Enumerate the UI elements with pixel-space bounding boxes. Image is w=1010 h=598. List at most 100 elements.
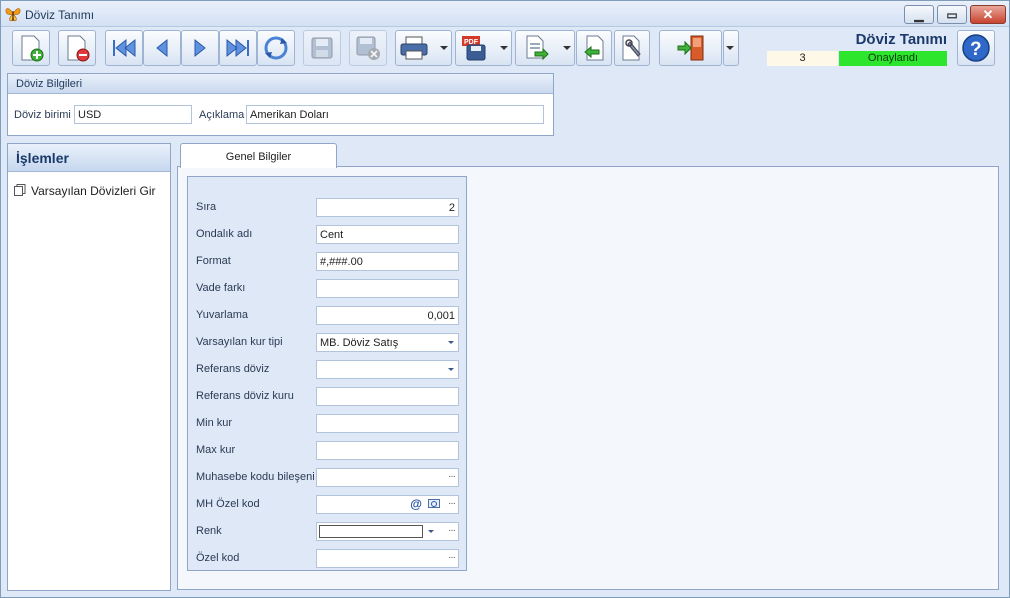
help-button[interactable]: ? — [957, 30, 995, 66]
close-icon: ✕ — [982, 7, 994, 22]
currency-info-title: Döviz Bilgileri — [8, 74, 553, 94]
min-kur-field[interactable] — [316, 414, 459, 433]
butterfly-icon — [5, 8, 21, 22]
save-cancel-button[interactable] — [349, 30, 387, 66]
general-info-form: Sıra 2 Ondalık adı Cent Format #,###.00 … — [187, 176, 467, 571]
minimize-button[interactable]: ▁ — [904, 5, 934, 24]
ellipsis-icon[interactable]: ··· — [448, 471, 456, 482]
vade-field[interactable] — [316, 279, 459, 298]
import-button[interactable] — [576, 30, 612, 66]
ellipsis-icon[interactable]: ··· — [448, 552, 456, 563]
save-cancel-icon — [356, 36, 380, 60]
first-record-button[interactable] — [105, 30, 143, 66]
muhasebe-field[interactable]: ··· — [316, 468, 459, 487]
currency-code-field[interactable]: USD — [74, 105, 192, 124]
at-sign-icon[interactable]: @ — [410, 497, 422, 511]
tools-icon — [622, 35, 641, 61]
ellipsis-icon[interactable]: ··· — [448, 525, 456, 536]
maximize-icon: ▭ — [946, 8, 958, 22]
exit-icon — [677, 35, 703, 61]
print-button[interactable] — [395, 30, 452, 66]
sira-label: Sıra — [196, 201, 217, 213]
export-button[interactable] — [515, 30, 575, 66]
mh-ozel-label: MH Özel kod — [196, 498, 260, 510]
currency-code-label: Döviz birimi — [14, 109, 71, 121]
format-field[interactable]: #,###.00 — [316, 252, 459, 271]
tab-genel-bilgiler[interactable]: Genel Bilgiler — [180, 143, 337, 168]
web-link-icon[interactable] — [428, 499, 440, 510]
ref-kur-label: Referans döviz kuru — [196, 390, 294, 402]
prev-record-button[interactable] — [143, 30, 181, 66]
action-default-currencies[interactable]: Varsayılan Dövizleri Gir — [14, 182, 164, 200]
description-field[interactable]: Amerikan Doları — [246, 105, 544, 124]
ref-kur-field[interactable] — [316, 387, 459, 406]
renk-field[interactable]: ··· — [316, 522, 459, 541]
next-record-button[interactable] — [181, 30, 219, 66]
prev-record-icon — [156, 38, 168, 58]
export-dropdown-icon — [563, 46, 571, 50]
kur-tipi-value: MB. Döviz Satış — [320, 337, 399, 349]
ondalik-label: Ondalık adı — [196, 228, 253, 240]
page-title: Döviz Tanımı — [855, 31, 947, 48]
description-label: Açıklama — [199, 109, 245, 121]
minimize-icon: ▁ — [914, 8, 924, 22]
exit-button[interactable] — [659, 30, 722, 66]
import-icon — [584, 35, 604, 61]
mh-ozel-field[interactable]: @ ··· — [316, 495, 459, 514]
print-icon — [400, 36, 428, 60]
help-icon: ? — [962, 34, 990, 62]
close-button[interactable]: ✕ — [970, 5, 1006, 24]
status-badge: Onaylandı — [839, 51, 947, 66]
muhasebe-label: Muhasebe kodu bileşeni — [196, 471, 315, 483]
tab-panel: Sıra 2 Ondalık adı Cent Format #,###.00 … — [177, 166, 999, 590]
save-icon — [311, 37, 333, 59]
kur-tipi-select[interactable]: MB. Döviz Satış — [316, 333, 459, 352]
record-number: 3 — [767, 51, 838, 66]
chevron-down-icon[interactable] — [428, 530, 434, 533]
document-icon — [14, 184, 26, 196]
delete-record-button[interactable] — [58, 30, 96, 66]
max-kur-field[interactable] — [316, 441, 459, 460]
sira-field[interactable]: 2 — [316, 198, 459, 217]
pdf-export-icon: PDF — [462, 36, 486, 61]
maximize-button[interactable]: ▭ — [937, 5, 967, 24]
more-options-button[interactable] — [723, 30, 739, 66]
refresh-button[interactable] — [257, 30, 295, 66]
last-record-icon — [226, 38, 249, 58]
color-swatch[interactable] — [319, 525, 423, 538]
yuvarlama-field[interactable]: 0,001 — [316, 306, 459, 325]
toolbar: PDF Döviz Tanımı 3 Onaylandı ? — [1, 28, 1009, 70]
delete-record-icon — [67, 35, 90, 62]
main-window: Döviz Tanımı ▁ ▭ ✕ PDF Döviz Tanımı 3 On… — [0, 0, 1010, 598]
title-bar: Döviz Tanımı ▁ ▭ ✕ — [1, 1, 1009, 27]
ozel-kod-label: Özel kod — [196, 552, 240, 564]
new-record-icon — [21, 35, 44, 62]
next-record-icon — [194, 38, 206, 58]
svg-text:?: ? — [970, 39, 982, 60]
new-record-button[interactable] — [12, 30, 50, 66]
min-kur-label: Min kur — [196, 417, 233, 429]
max-kur-label: Max kur — [196, 444, 236, 456]
ref-doviz-select[interactable] — [316, 360, 459, 379]
last-record-button[interactable] — [219, 30, 257, 66]
refresh-icon — [264, 36, 288, 60]
actions-panel-title: İşlemler — [8, 144, 170, 172]
pdf-export-button[interactable]: PDF — [455, 30, 512, 66]
renk-label: Renk — [196, 525, 222, 537]
yuvarlama-label: Yuvarlama — [196, 309, 248, 321]
window-title: Döviz Tanımı — [25, 8, 95, 22]
first-record-icon — [113, 38, 136, 58]
chevron-down-icon[interactable] — [448, 341, 454, 344]
tools-button[interactable] — [614, 30, 650, 66]
ref-doviz-label: Referans döviz — [196, 363, 270, 375]
format-label: Format — [196, 255, 231, 267]
kur-tipi-label: Varsayılan kur tipi — [196, 336, 283, 348]
ondalik-field[interactable]: Cent — [316, 225, 459, 244]
ozel-kod-field[interactable]: ··· — [316, 549, 459, 568]
chevron-down-icon[interactable] — [448, 368, 454, 371]
more-options-dropdown-icon — [726, 46, 734, 50]
ellipsis-icon[interactable]: ··· — [448, 498, 456, 509]
print-dropdown-icon — [440, 46, 448, 50]
save-button[interactable] — [303, 30, 341, 66]
export-icon — [526, 35, 549, 61]
